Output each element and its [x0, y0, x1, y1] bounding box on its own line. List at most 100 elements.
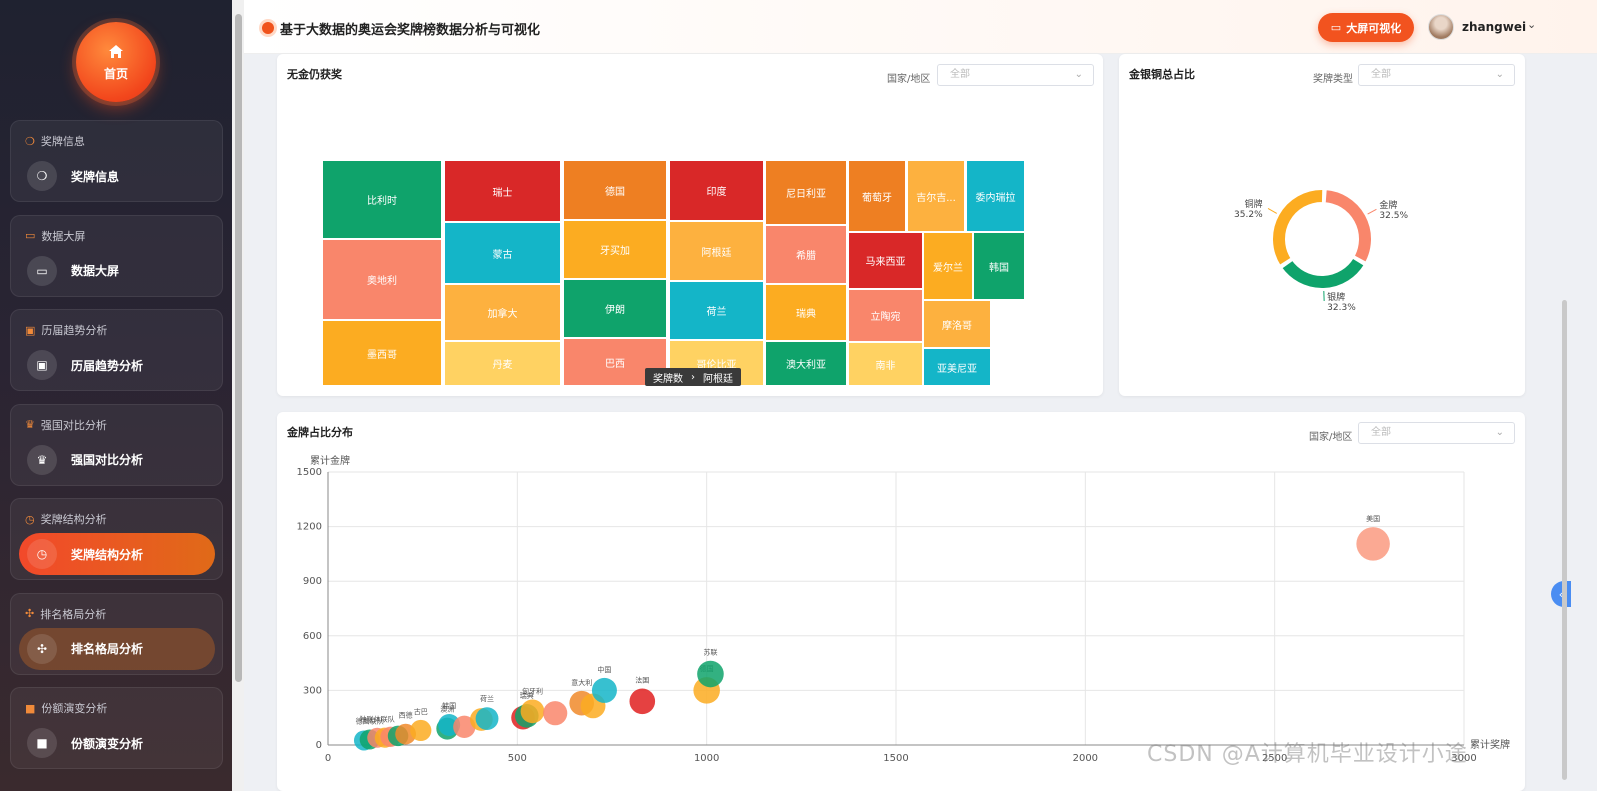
donut-label-line	[1367, 208, 1377, 215]
clock-icon: ◷	[25, 512, 35, 526]
treemap-cell[interactable]: 德国	[563, 160, 667, 220]
treemap-cell[interactable]: 奥地利	[322, 239, 442, 320]
treemap-cell[interactable]: 伊朗	[563, 279, 667, 338]
menu-category[interactable]: ◷ 奖牌结构分析	[25, 511, 107, 527]
point-label: 苏联	[703, 648, 717, 657]
treemap-filter-value: 全部	[950, 69, 970, 80]
donut-chart[interactable]	[1119, 54, 1525, 396]
menu-category[interactable]: ▣ 历届趋势分析	[25, 322, 107, 338]
scatter-point[interactable]	[591, 677, 617, 703]
sidebar: 首页 ❍ 奖牌信息 ❍ 奖牌信息 ▭ 数据大屏 ▭ 数据大屏 ▣ 历届趋势分析 ▣ 历届趋势分析 ♛ 强国…	[0, 0, 232, 791]
donut-slice[interactable]	[1323, 188, 1373, 265]
menu-category[interactable]: ■ 份额演变分析	[25, 700, 107, 716]
menu-category[interactable]: ✣ 排名格局分析	[25, 606, 106, 622]
treemap-cell[interactable]: 摩洛哥	[923, 300, 991, 348]
page-title: 基于大数据的奥运会奖牌榜数据分析与可视化	[280, 23, 541, 38]
x-tick-label: 2000	[1073, 753, 1098, 764]
menu-group: ♛ 强国对比分析 ♛ 强国对比分析	[10, 403, 223, 486]
menu-category[interactable]: ❍ 奖牌信息	[25, 133, 85, 149]
menu-category-label: 奖牌结构分析	[40, 513, 107, 526]
scatter-point[interactable]	[520, 699, 545, 724]
treemap-cell[interactable]: 荷兰	[669, 281, 764, 340]
sidebar-item-label: 奖牌信息	[71, 169, 120, 184]
sidebar-scroll-thumb[interactable]	[235, 14, 242, 682]
scatter-point[interactable]	[697, 660, 724, 688]
treemap-cell[interactable]: 葡萄牙	[848, 160, 906, 232]
donut-label-value: 35.2%	[1234, 210, 1263, 221]
donut-slice[interactable]	[1279, 256, 1367, 290]
treemap-cell[interactable]: 阿根廷	[669, 221, 764, 281]
treemap-cell[interactable]: 尼日利亚	[765, 160, 847, 225]
bigscreen-button[interactable]: ▭ 大屏可视化	[1318, 13, 1414, 42]
donut-label-name: 铜牌	[1244, 200, 1263, 211]
treemap-cell[interactable]: 瑞士	[444, 160, 561, 222]
sidebar-item[interactable]: ♛ 强国对比分析	[19, 439, 215, 481]
scatter-point[interactable]	[475, 707, 499, 731]
donut-label: 铜牌 35.2%	[1234, 200, 1263, 220]
treemap-cell[interactable]: 吉尔吉...	[907, 160, 965, 232]
sidebar-item[interactable]: ✣ 排名格局分析	[19, 627, 215, 670]
sidebar-item-label: 强国对比分析	[71, 453, 144, 467]
treemap-cell[interactable]: 韩国	[973, 232, 1025, 300]
scatter-point[interactable]	[410, 719, 432, 742]
home-button[interactable]: 首页	[76, 22, 156, 102]
sidebar-item[interactable]: ▭ 数据大屏	[19, 250, 215, 292]
scatter-chart[interactable]: 0300600900120015000 500 1000 1500 2000 2500 30…	[277, 412, 1525, 791]
menu-category[interactable]: ♛ 强国对比分析	[25, 417, 107, 433]
menu-group: ◷ 奖牌结构分析 ◷ 奖牌结构分析	[10, 498, 223, 580]
donut-label: 金牌 32.5%	[1379, 201, 1408, 221]
treemap-cell[interactable]: 比利时	[322, 160, 442, 239]
treemap-cell[interactable]: 丹麦	[444, 341, 561, 386]
sidebar-item[interactable]: ■ 份额演变分析	[19, 722, 215, 764]
cart-icon: ▣	[27, 350, 57, 380]
sidebar-item[interactable]: ❍ 奖牌信息	[19, 155, 215, 197]
treemap-cell[interactable]: 瑞典	[765, 284, 847, 341]
home-label: 首页	[103, 66, 128, 81]
scatter-point[interactable]	[543, 701, 568, 726]
monitor-icon: ▭	[1330, 21, 1342, 34]
point-label: 中国	[597, 665, 611, 674]
scatter-point[interactable]	[1356, 527, 1390, 561]
cart-icon: ▣	[25, 323, 36, 337]
donut-label-value: 32.3%	[1327, 302, 1356, 313]
treemap-chart[interactable]: 比利时 奥地利 墨西哥 瑞士 蒙古 加拿大 丹麦 德国 牙买加 伊朗 巴西 印度 阿根廷 荷兰 哥伦比亚 尼日…	[322, 160, 1026, 386]
treemap-cell[interactable]: 澳大利亚	[765, 341, 847, 386]
treemap-cell[interactable]: 亚美尼亚	[923, 348, 991, 386]
point-label: 西德	[399, 711, 413, 720]
avatar[interactable]	[1428, 14, 1454, 40]
sidebar-item-label: 份额演变分析	[71, 736, 144, 751]
treemap-cell[interactable]: 加拿大	[444, 284, 561, 341]
y-axis-title: 累计金牌	[310, 454, 350, 467]
bigscreen-label: 大屏可视化	[1346, 21, 1402, 35]
username[interactable]: zhangwei	[1462, 20, 1526, 34]
collapse-tab-chevron-left-icon[interactable]: ‹	[1551, 581, 1571, 607]
y-tick-label: 1500	[297, 467, 322, 478]
point-label: 匈牙利	[522, 686, 543, 695]
treemap-cell[interactable]: 墨西哥	[322, 320, 442, 386]
content-scrollbar[interactable]	[1562, 300, 1567, 780]
donut-slice[interactable]	[1271, 188, 1325, 268]
treemap-filter-select[interactable]: 全部 ⌄	[937, 64, 1094, 86]
tooltip-value: 阿根廷	[703, 373, 733, 385]
treemap-cell[interactable]: 牙买加	[563, 220, 667, 279]
treemap-cell[interactable]: 蒙古	[444, 222, 561, 284]
menu-category-label: 排名格局分析	[40, 607, 107, 621]
tooltip-key: 奖牌数	[653, 373, 683, 385]
square-icon: ■	[27, 728, 57, 758]
treemap-cell[interactable]: 爱尔兰	[923, 232, 973, 300]
treemap-cell[interactable]: 委内瑞拉	[966, 160, 1025, 232]
menu-category-label: 数据大屏	[41, 229, 86, 243]
home-icon	[109, 44, 123, 58]
treemap-cell[interactable]: 马来西亚	[848, 232, 923, 289]
treemap-cell[interactable]: 立陶宛	[848, 289, 923, 342]
treemap-filter-label: 国家/地区	[887, 74, 931, 85]
donut-label-line	[1267, 208, 1277, 214]
treemap-cell[interactable]: 印度	[669, 160, 764, 221]
sidebar-item[interactable]: ◷ 奖牌结构分析	[19, 533, 215, 575]
treemap-cell[interactable]: 希腊	[765, 225, 847, 284]
treemap-cell[interactable]: 南非	[848, 342, 923, 386]
menu-category[interactable]: ▭ 数据大屏	[25, 228, 85, 244]
scatter-point[interactable]	[629, 688, 656, 715]
chevron-down-icon[interactable]: ⌄	[1527, 18, 1536, 31]
sidebar-item[interactable]: ▣ 历届趋势分析	[19, 344, 215, 386]
